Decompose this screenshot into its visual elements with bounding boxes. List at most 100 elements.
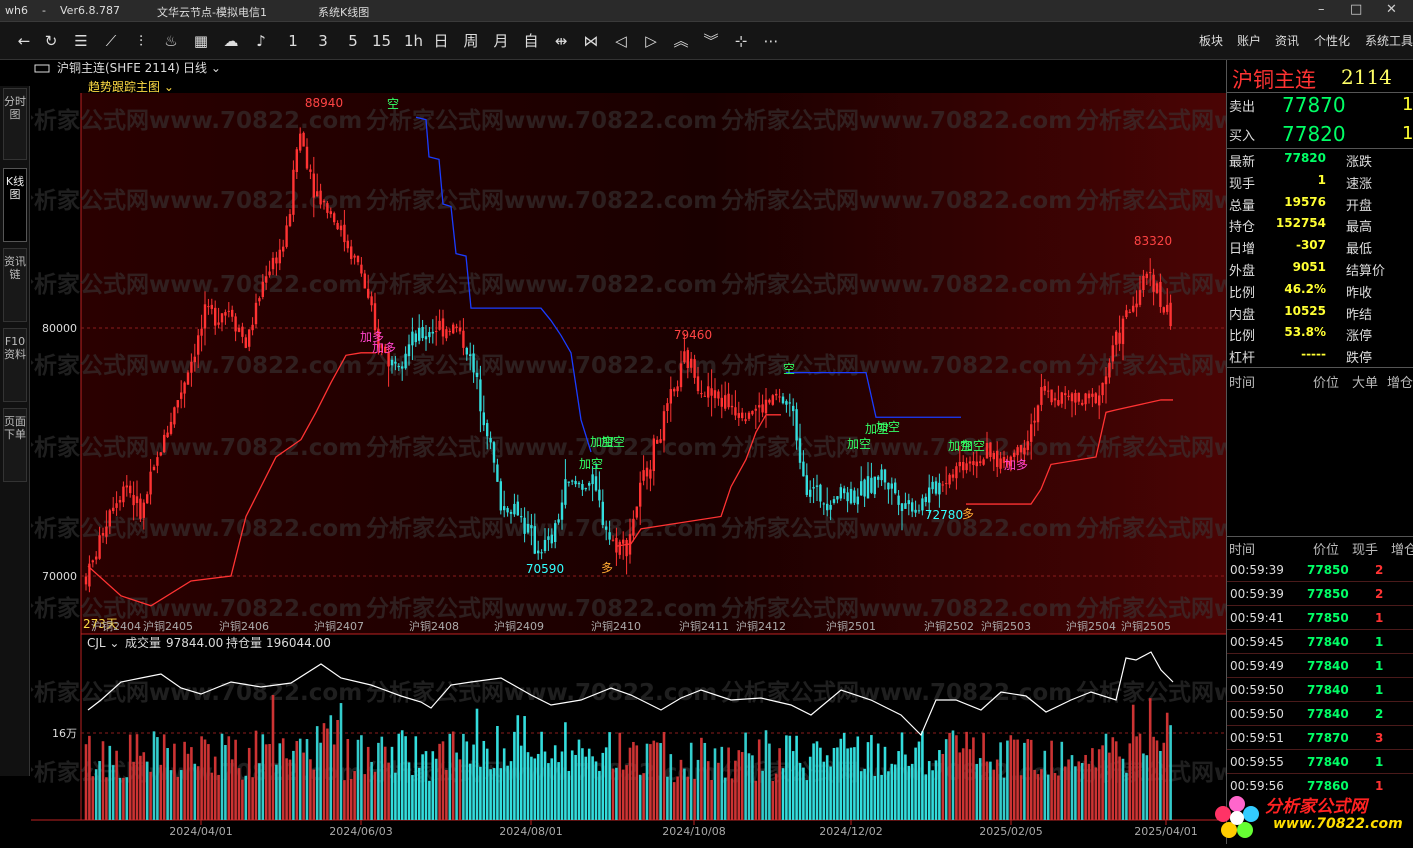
candle-body bbox=[268, 271, 271, 276]
tick-price: 77840 bbox=[1307, 659, 1349, 673]
candle-body bbox=[622, 539, 625, 544]
volume-bar bbox=[224, 745, 227, 820]
volume-bar bbox=[638, 774, 642, 820]
volume-bar bbox=[798, 762, 802, 820]
candle-body bbox=[428, 332, 431, 338]
bell-icon[interactable]: ♪ bbox=[252, 31, 270, 51]
volume-bar bbox=[1118, 756, 1121, 820]
kline-chart[interactable]: 分析家公式网www.70822.com 分析家公式网www.70822.com 分析… bbox=[11, 60, 1413, 848]
candle-body bbox=[445, 329, 448, 339]
tab-order[interactable]: 页面下单 bbox=[3, 408, 27, 482]
line-chart-icon[interactable]: ⟋ bbox=[102, 31, 120, 51]
menu-news[interactable]: 资讯 bbox=[1275, 32, 1299, 49]
next-icon[interactable]: ▷ bbox=[642, 31, 660, 51]
period-month[interactable]: 月 bbox=[492, 31, 510, 51]
minimize-icon[interactable]: – bbox=[1318, 2, 1325, 17]
watermark-text: 分析家公式网www.70822.com bbox=[721, 107, 1072, 134]
list-icon[interactable]: ☰ bbox=[72, 31, 90, 51]
volume-bar bbox=[778, 748, 781, 820]
period-week[interactable]: 周 bbox=[462, 31, 480, 51]
period-1m[interactable]: 1 bbox=[284, 31, 302, 51]
candle-body bbox=[1053, 398, 1057, 401]
maximize-icon[interactable]: □ bbox=[1350, 2, 1362, 17]
period-day[interactable]: 日 bbox=[432, 31, 450, 51]
candle-body bbox=[526, 523, 530, 533]
candle-body bbox=[424, 336, 428, 340]
tick-row[interactable]: 00:59:49 77840 1 bbox=[1227, 654, 1413, 678]
tab-news-chain[interactable]: 资讯链 bbox=[3, 248, 27, 322]
zoom-out-icon[interactable]: ⋈ bbox=[582, 31, 600, 51]
cloud-icon[interactable]: ☁ bbox=[222, 31, 240, 51]
watermark-text: 分析家公式网www.70822.com bbox=[366, 271, 717, 298]
period-5m[interactable]: 5 bbox=[344, 31, 362, 51]
zoom-in-icon[interactable]: ⇹ bbox=[552, 31, 570, 51]
volume-bar bbox=[1050, 740, 1053, 820]
volume-bar bbox=[108, 745, 112, 820]
period-1h[interactable]: 1h bbox=[404, 31, 423, 51]
volume-bar bbox=[1077, 761, 1081, 820]
watermark-text: 分析家公式网www.70822.com bbox=[31, 352, 362, 379]
candle-body bbox=[489, 438, 492, 443]
volume-bar bbox=[281, 738, 285, 820]
quote-label: 最新 bbox=[1229, 155, 1256, 170]
candle-body bbox=[190, 361, 193, 373]
volume-bar bbox=[230, 759, 234, 820]
tab-kline[interactable]: K线图 bbox=[3, 168, 27, 242]
expand-icon[interactable]: ︽ bbox=[672, 31, 690, 51]
candle-body bbox=[169, 421, 173, 434]
period-custom[interactable]: 自 bbox=[522, 31, 540, 51]
tick-row[interactable]: 00:59:50 77840 2 bbox=[1227, 702, 1413, 726]
candle-body bbox=[309, 169, 312, 172]
low-price-label: 70590 bbox=[526, 562, 564, 576]
volume-bar bbox=[309, 759, 312, 820]
menu-account[interactable]: 账户 bbox=[1237, 32, 1261, 49]
tick-row[interactable]: 00:59:45 77840 1 bbox=[1227, 630, 1413, 654]
tab-f10[interactable]: F10资料 bbox=[3, 328, 27, 402]
volume-bar bbox=[934, 760, 938, 820]
volume-bar bbox=[278, 743, 282, 820]
tick-row[interactable]: 00:59:55 77840 1 bbox=[1227, 750, 1413, 774]
candle-body bbox=[730, 405, 734, 408]
tick-row[interactable]: 00:59:50 77840 1 bbox=[1227, 678, 1413, 702]
close-icon[interactable]: ✕ bbox=[1386, 2, 1397, 17]
menu-sector[interactable]: 板块 bbox=[1199, 32, 1223, 49]
back-icon[interactable]: ← bbox=[15, 31, 33, 51]
volume-bar bbox=[921, 731, 924, 820]
crosshair-icon[interactable]: ⊹ bbox=[732, 31, 750, 51]
tick-row[interactable]: 00:59:39 77850 2 bbox=[1227, 582, 1413, 606]
shrink-icon[interactable]: ︾ bbox=[702, 31, 720, 51]
window-title: 系统K线图 bbox=[318, 6, 370, 19]
refresh-icon[interactable]: ↻ bbox=[42, 31, 60, 51]
tab-timeshare[interactable]: 分时图 bbox=[3, 88, 27, 160]
kline-chart-area[interactable]: 分析家公式网www.70822.com 分析家公式网www.70822.com 分析… bbox=[11, 60, 1413, 848]
volume-bar bbox=[200, 736, 203, 820]
flame-icon[interactable]: ♨ bbox=[162, 31, 180, 51]
volume-bar bbox=[326, 728, 329, 820]
volume-bar bbox=[1135, 736, 1138, 820]
volume-bar bbox=[1169, 725, 1172, 820]
candle-body bbox=[934, 481, 938, 494]
kline-icon[interactable]: ⫶ bbox=[132, 31, 150, 51]
more-icon[interactable]: ⋯ bbox=[762, 31, 780, 51]
volume-bar bbox=[523, 716, 526, 820]
period-15m[interactable]: 15 bbox=[372, 31, 391, 51]
tick-row[interactable]: 00:59:51 77870 3 bbox=[1227, 726, 1413, 750]
volume-bar bbox=[703, 742, 707, 820]
table-icon[interactable]: ▦ bbox=[192, 31, 210, 51]
menu-personalize[interactable]: 个性化 bbox=[1314, 32, 1350, 49]
watermark-text: 分析家公式网www.70822.com bbox=[721, 434, 1072, 461]
tick-row[interactable]: 00:59:41 77850 1 bbox=[1227, 606, 1413, 630]
volume-bar bbox=[972, 737, 975, 820]
volume-bar bbox=[349, 778, 353, 820]
prev-icon[interactable]: ◁ bbox=[612, 31, 630, 51]
tick-list[interactable]: 00:59:39 77850 2 00:59:39 77850 2 00:59:41 7785… bbox=[1227, 558, 1413, 790]
watermark-text: 分析家公式网www.70822.com bbox=[31, 107, 362, 134]
volume-bar bbox=[417, 767, 421, 820]
tick-row[interactable]: 00:59:39 77850 2 bbox=[1227, 558, 1413, 582]
volume-bar bbox=[628, 747, 632, 820]
sell-qty: 1 bbox=[1402, 94, 1413, 115]
volume-bar bbox=[1114, 741, 1118, 820]
menu-system-tools[interactable]: 系统工具 bbox=[1365, 32, 1413, 49]
period-3m[interactable]: 3 bbox=[314, 31, 332, 51]
volume-bar bbox=[431, 751, 435, 820]
